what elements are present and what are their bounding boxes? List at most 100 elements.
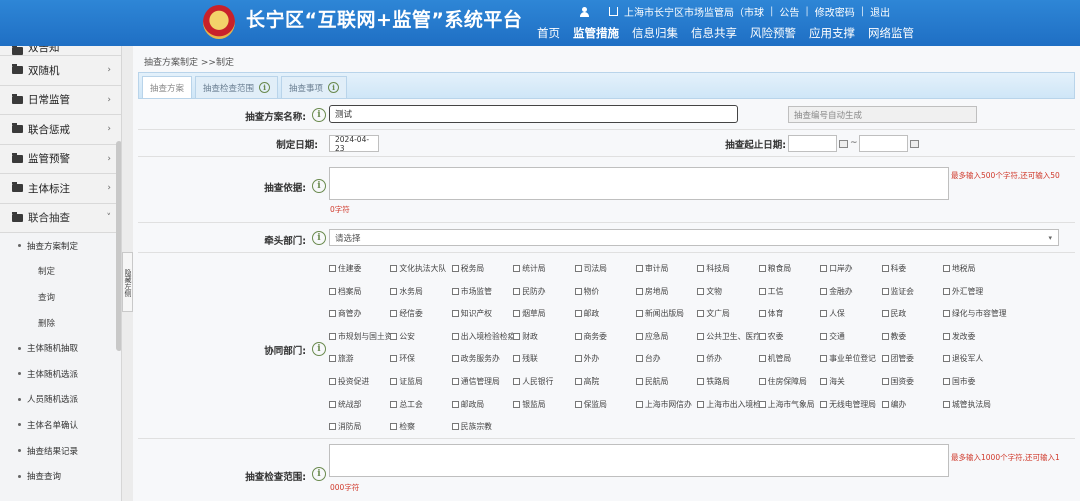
department-checkbox[interactable]: 国资委 (881, 376, 914, 387)
checkbox-icon[interactable] (451, 423, 459, 431)
department-checkbox[interactable]: 商务委 (574, 331, 607, 342)
checkbox-icon[interactable] (636, 287, 643, 295)
checkbox-icon[interactable] (820, 400, 828, 408)
department-checkbox[interactable]: 市规划与国土资 (329, 331, 393, 342)
checkbox-icon[interactable] (697, 332, 705, 340)
checkbox-icon[interactable] (943, 400, 950, 408)
department-checkbox[interactable]: 经信委 (390, 308, 423, 319)
department-checkbox[interactable]: 总工会 (390, 399, 423, 410)
plan-number-input[interactable]: 抽查编号自动生成 (788, 106, 977, 123)
checkbox-icon[interactable] (574, 355, 582, 363)
department-checkbox[interactable]: 出入境检验检疫 (451, 331, 515, 342)
sidebar-scrollbar[interactable] (116, 141, 121, 351)
sidebar-group-joint-check[interactable]: 联合抽查 ˅ (0, 203, 121, 233)
user-icon[interactable] (580, 6, 589, 17)
checkbox-icon[interactable] (881, 287, 889, 295)
checkbox-icon[interactable] (758, 355, 766, 363)
department-checkbox[interactable]: 保监局 (574, 399, 607, 410)
department-checkbox[interactable]: 应急局 (636, 331, 668, 342)
checkbox-icon[interactable] (820, 287, 828, 295)
department-checkbox[interactable]: 商管办 (329, 308, 361, 319)
sidebar-group-warning[interactable]: 监管预警 › (0, 144, 121, 174)
sidebar-group-punish[interactable]: 联合惩戒 › (0, 115, 121, 145)
checkbox-icon[interactable] (574, 400, 582, 408)
checkbox-icon[interactable] (758, 310, 766, 318)
checkbox-icon[interactable] (943, 355, 950, 363)
nav-info-collect[interactable]: 信息归集 (632, 25, 678, 41)
department-checkbox[interactable]: 残联 (513, 353, 538, 364)
checkbox-icon[interactable] (636, 310, 643, 318)
checkbox-icon[interactable] (329, 423, 336, 431)
nav-network[interactable]: 网络监管 (868, 25, 914, 41)
department-checkbox[interactable]: 编办 (881, 399, 906, 410)
change-password-link[interactable]: 修改密码 (815, 4, 855, 19)
checkbox-icon[interactable] (758, 400, 766, 408)
department-checkbox[interactable]: 银监局 (513, 399, 546, 410)
tab-plan[interactable]: 抽查方案 (142, 76, 193, 98)
sidebar-group-cut[interactable]: 双告知 (0, 46, 121, 56)
checkbox-icon[interactable] (574, 332, 582, 340)
department-checkbox[interactable]: 邮政 (574, 308, 599, 319)
checkbox-icon[interactable] (451, 400, 459, 408)
department-checkbox[interactable]: 口岸办 (820, 263, 853, 274)
department-checkbox[interactable]: 文物 (697, 286, 722, 297)
checkbox-icon[interactable] (574, 265, 582, 272)
checkbox-icon[interactable] (636, 332, 643, 340)
checkbox-icon[interactable] (820, 355, 828, 363)
checkbox-icon[interactable] (513, 355, 521, 363)
department-checkbox[interactable]: 科技局 (697, 263, 730, 274)
department-checkbox[interactable]: 侨办 (697, 353, 722, 364)
department-checkbox[interactable]: 烟草局 (513, 308, 546, 319)
checkbox-icon[interactable] (943, 310, 950, 318)
department-checkbox[interactable]: 证监局 (390, 376, 423, 387)
sidebar-item-random-assign[interactable]: 主体随机选派 (0, 361, 121, 387)
department-checkbox[interactable]: 档案局 (329, 286, 361, 297)
department-checkbox[interactable]: 市场监管 (451, 286, 492, 297)
checkbox-icon[interactable] (451, 378, 459, 385)
checkbox-icon[interactable] (636, 378, 643, 385)
department-checkbox[interactable]: 民防办 (513, 286, 546, 297)
checkbox-icon[interactable] (636, 355, 643, 363)
checkbox-icon[interactable] (943, 332, 950, 340)
department-checkbox[interactable]: 上海市出入境检 (697, 399, 761, 410)
department-checkbox[interactable]: 台办 (636, 353, 661, 364)
calendar-icon[interactable] (839, 140, 848, 148)
department-checkbox[interactable]: 事业单位登记 (820, 353, 876, 364)
department-checkbox[interactable]: 金融办 (820, 286, 853, 297)
checkbox-icon[interactable] (758, 265, 766, 272)
department-checkbox[interactable]: 退役军人 (943, 353, 983, 364)
tab-scope[interactable]: 抽查检查范围 i (195, 76, 279, 98)
department-checkbox[interactable]: 旅游 (329, 353, 354, 364)
calendar-icon[interactable] (910, 140, 919, 148)
checkbox-icon[interactable] (943, 265, 950, 272)
scope-textarea[interactable] (329, 444, 949, 477)
checkbox-icon[interactable] (451, 332, 459, 340)
sidebar-group-subject[interactable]: 主体标注 › (0, 174, 121, 204)
department-checkbox[interactable]: 消防局 (329, 421, 361, 432)
department-checkbox[interactable]: 文广局 (697, 308, 730, 319)
department-checkbox[interactable]: 绿化与市容管理 (943, 308, 1007, 319)
nav-app-support[interactable]: 应用支撑 (809, 25, 855, 41)
checkbox-icon[interactable] (329, 400, 336, 408)
checkbox-icon[interactable] (574, 310, 582, 318)
checkbox-icon[interactable] (513, 265, 521, 272)
checkbox-icon[interactable] (574, 378, 582, 385)
checkbox-icon[interactable] (881, 332, 889, 340)
department-checkbox[interactable]: 住建委 (329, 263, 361, 274)
basis-textarea[interactable] (329, 167, 949, 200)
sidebar-group-random[interactable]: 双随机 › (0, 56, 121, 86)
department-checkbox[interactable]: 体育 (758, 308, 783, 319)
nav-supervision[interactable]: 监管措施 (573, 25, 619, 41)
department-checkbox[interactable]: 统计局 (513, 263, 546, 274)
department-checkbox[interactable]: 民族宗教 (451, 421, 492, 432)
department-checkbox[interactable]: 税务局 (451, 263, 484, 274)
end-date-input[interactable] (859, 135, 908, 152)
sidebar-item-random-extract[interactable]: 主体随机抽取 (0, 335, 121, 361)
sidebar-item-query[interactable]: 查询 (0, 284, 121, 310)
department-checkbox[interactable]: 上海市气象局 (758, 399, 815, 410)
department-checkbox[interactable]: 新闻出版局 (636, 308, 684, 319)
department-checkbox[interactable]: 通信管理局 (451, 376, 500, 387)
sidebar-group-daily[interactable]: 日常监管 › (0, 85, 121, 115)
nav-info-share[interactable]: 信息共享 (691, 25, 737, 41)
checkbox-icon[interactable] (513, 310, 521, 318)
